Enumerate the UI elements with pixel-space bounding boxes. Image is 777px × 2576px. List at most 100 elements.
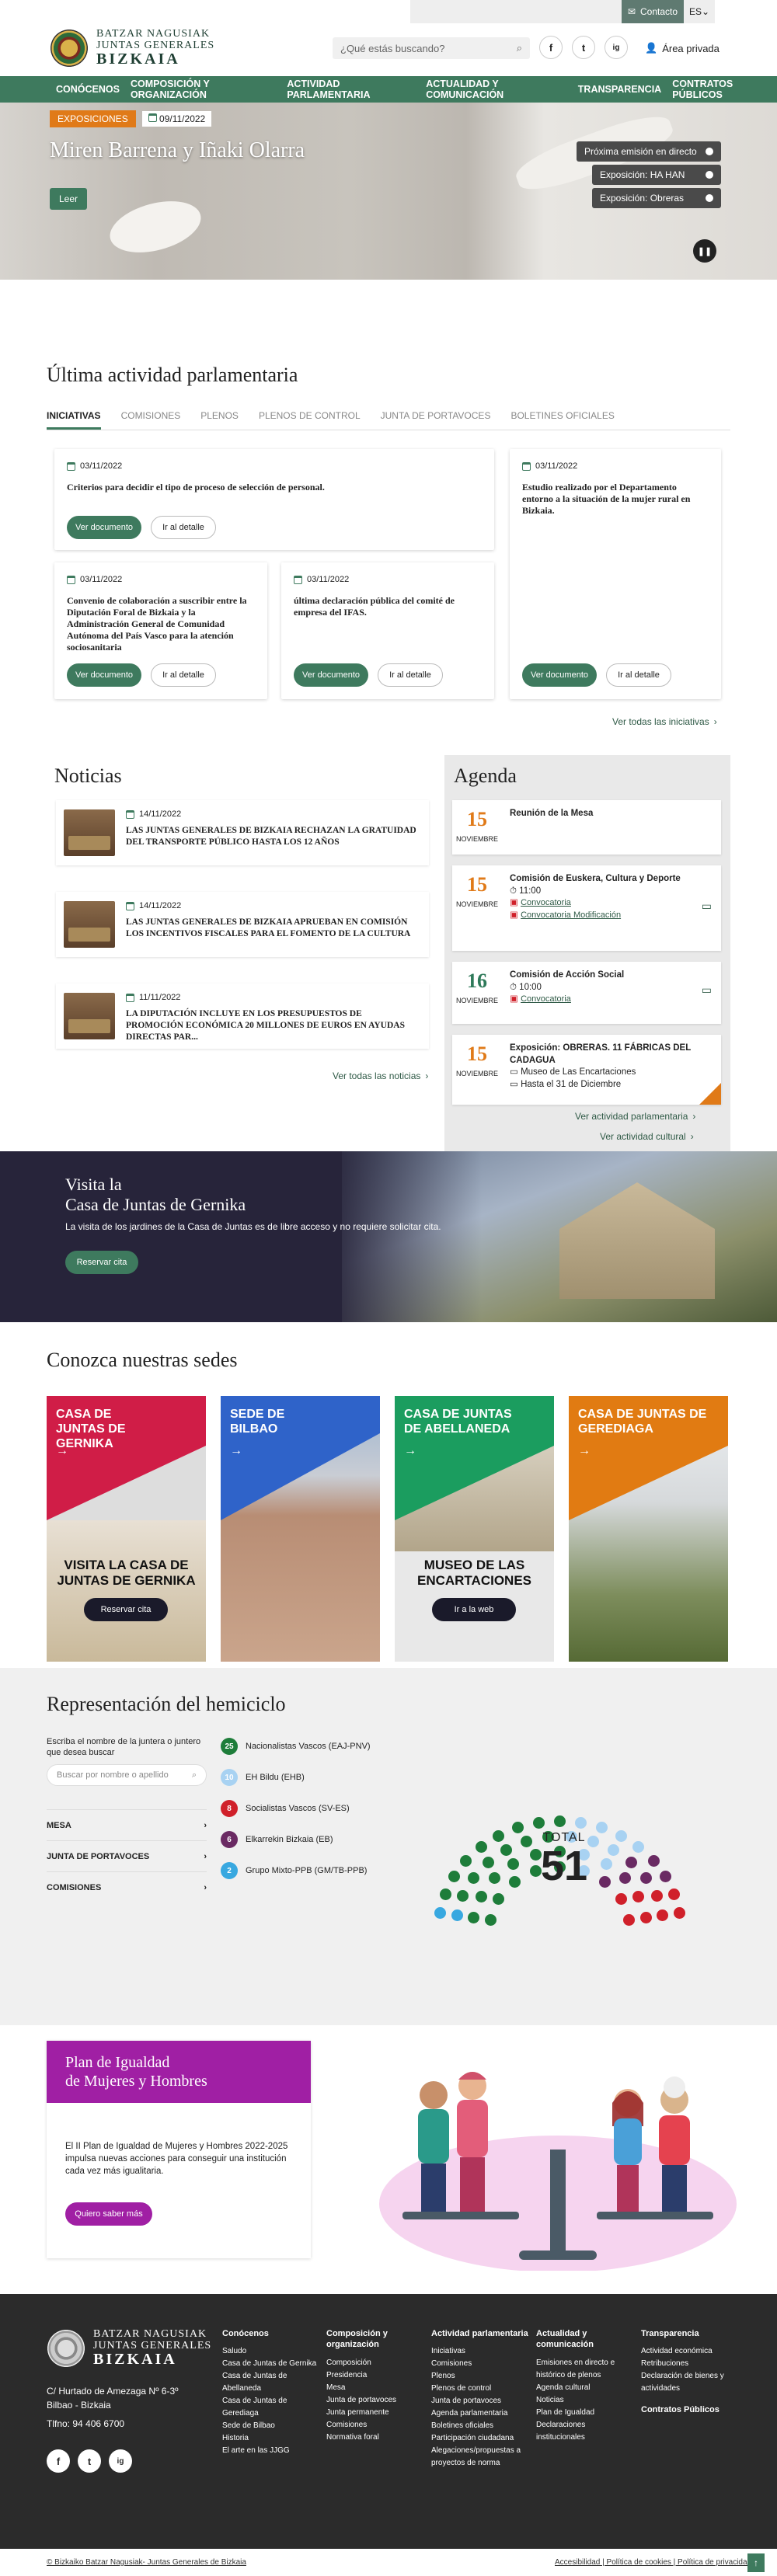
venue-book-button[interactable]: Reservar cita: [84, 1598, 168, 1621]
party-row[interactable]: 10 EH Bildu (EHB): [221, 1769, 305, 1786]
venue-website-button[interactable]: Ir a la web: [432, 1598, 516, 1621]
accordion-comisiones[interactable]: COMISIONES ›: [47, 1871, 207, 1902]
seat[interactable]: [615, 1829, 627, 1842]
seat[interactable]: [475, 1841, 487, 1854]
news-item[interactable]: 14/11/2022 LAS JUNTAS GENERALES DE BIZKA…: [56, 800, 429, 865]
member-search-input[interactable]: Buscar por nombre o apellido ⌕: [47, 1764, 207, 1786]
footer-col-title[interactable]: Actividad parlamentaria: [431, 2328, 531, 2339]
tab-plenos-control[interactable]: PLENOS DE CONTROL: [259, 410, 361, 430]
footer-link[interactable]: Junta permanente: [326, 2407, 426, 2419]
plan-more-button[interactable]: Quiero saber más: [65, 2202, 152, 2226]
footer-link[interactable]: Plenos: [431, 2370, 531, 2383]
venue-card-gernika[interactable]: CASA DE JUNTAS DE GERNIKA → VISITA LA CAS…: [47, 1396, 206, 1662]
facebook-icon[interactable]: f: [539, 36, 563, 59]
seat[interactable]: [500, 1843, 512, 1856]
party-row[interactable]: 2 Grupo Mixto-PPB (GM/TB-PPB): [221, 1862, 367, 1879]
go-to-detail-button[interactable]: Ir al detalle: [378, 663, 443, 687]
pause-icon[interactable]: ❚❚: [693, 239, 716, 263]
twitter-icon[interactable]: t: [78, 2449, 101, 2473]
party-row[interactable]: 25 Nacionalistas Vascos (EAJ-PNV): [221, 1738, 371, 1755]
seat[interactable]: [475, 1891, 487, 1903]
footer-link[interactable]: Boletines oficiales: [431, 2420, 531, 2432]
footer-link[interactable]: Mesa: [326, 2382, 426, 2394]
back-to-top-icon[interactable]: ↑: [747, 2553, 765, 2572]
seat[interactable]: [532, 1816, 545, 1829]
hero-pill-live[interactable]: Próxima emisión en directo: [577, 141, 721, 162]
footer-link[interactable]: Casa de Juntas de Gerediaga: [222, 2395, 322, 2420]
footer-col-title[interactable]: Conócenos: [222, 2328, 322, 2339]
footer-link[interactable]: Declaraciones institucionales: [536, 2419, 636, 2444]
seat[interactable]: [575, 1816, 587, 1829]
footer-col-title[interactable]: Actualidad y comunicación: [536, 2328, 636, 2351]
footer-link[interactable]: Junta de portavoces: [431, 2395, 531, 2407]
arrow-corner-icon[interactable]: [699, 1083, 721, 1105]
seat[interactable]: [512, 1822, 524, 1834]
footer-col-title[interactable]: Composición y organización: [326, 2328, 426, 2351]
agenda-link[interactable]: Convocatoria: [521, 994, 571, 1004]
tab-comisiones[interactable]: COMISIONES: [121, 410, 181, 430]
footer-link[interactable]: Agenda cultural: [536, 2382, 636, 2394]
seat[interactable]: [507, 1857, 519, 1870]
seat[interactable]: [625, 1856, 638, 1868]
footer-link[interactable]: Saludo: [222, 2345, 322, 2358]
nav-item-actualidad[interactable]: ACTUALIDAD Y COMUNICACIÓN: [426, 78, 567, 100]
tab-iniciativas[interactable]: INICIATIVAS: [47, 410, 101, 430]
footer-link[interactable]: Sede de Bilbao: [222, 2420, 322, 2432]
seat[interactable]: [647, 1854, 660, 1867]
footer-link[interactable]: Composición: [326, 2357, 426, 2369]
seat[interactable]: [640, 1871, 653, 1884]
site-logo[interactable]: BATZAR NAGUSIAK JUNTAS GENERALES BIZKAIA: [50, 28, 214, 68]
seat[interactable]: [485, 1914, 497, 1927]
search-input[interactable]: ¿Qué estás buscando? ⌕: [333, 37, 530, 59]
footer-link[interactable]: Declaración de bienes y actividades: [641, 2370, 740, 2395]
instagram-icon[interactable]: ig: [109, 2449, 132, 2473]
seat[interactable]: [460, 1854, 472, 1867]
footer-link[interactable]: Presidencia: [326, 2369, 426, 2382]
seat[interactable]: [595, 1822, 608, 1834]
accordion-junta-portavoces[interactable]: JUNTA DE PORTAVOCES ›: [47, 1840, 207, 1871]
footer-link[interactable]: Normativa foral: [326, 2432, 426, 2444]
video-icon[interactable]: ▭: [702, 900, 712, 913]
copyright-link[interactable]: © Bizkaiko Batzar Nagusiak- Juntas Gener…: [47, 2558, 246, 2567]
footer-link[interactable]: Historia: [222, 2432, 322, 2445]
news-item[interactable]: 14/11/2022 LAS JUNTAS GENERALES DE BIZKA…: [56, 892, 429, 957]
footer-link[interactable]: Iniciativas: [431, 2345, 531, 2358]
agenda-link[interactable]: Convocatoria Modificación: [521, 910, 621, 920]
seat[interactable]: [521, 1835, 533, 1847]
footer-link[interactable]: Casa de Juntas de Abellaneda: [222, 2370, 322, 2395]
nav-item-conocenos[interactable]: CONÓCENOS: [56, 84, 120, 95]
go-to-detail-button[interactable]: Ir al detalle: [151, 516, 216, 539]
legal-links[interactable]: Accesibilidad | Política de cookies | Po…: [555, 2558, 751, 2567]
venue-card-abellaneda[interactable]: CASA DE JUNTAS DE ABELLANEDA → MUSEO DE L…: [395, 1396, 554, 1662]
footer-link[interactable]: Comisiones: [431, 2358, 531, 2370]
seat[interactable]: [467, 1871, 479, 1884]
seat[interactable]: [448, 1871, 460, 1883]
seat[interactable]: [608, 1843, 620, 1856]
video-icon[interactable]: ▭: [702, 983, 712, 997]
seat[interactable]: [457, 1889, 469, 1902]
footer-link[interactable]: Retribuciones: [641, 2358, 740, 2370]
footer-link[interactable]: Alegaciones/propuestas a proyectos de no…: [431, 2445, 531, 2470]
news-item[interactable]: 11/11/2022 LA DIPUTACIÓN INCLUYE EN LOS …: [56, 983, 429, 1049]
footer-link[interactable]: Agenda parlamentaria: [431, 2407, 531, 2420]
seat[interactable]: [619, 1872, 631, 1885]
agenda-parliament-link[interactable]: Ver actividad parlamentaria ›: [575, 1111, 695, 1122]
view-document-button[interactable]: Ver documento: [522, 663, 597, 687]
search-icon[interactable]: ⌕: [517, 42, 522, 54]
view-document-button[interactable]: Ver documento: [67, 516, 141, 539]
seat[interactable]: [482, 1856, 494, 1868]
footer-contracts-link[interactable]: Contratos Públicos: [641, 2404, 740, 2415]
hero-pill-obreras[interactable]: Exposición: Obreras: [592, 188, 721, 208]
seat[interactable]: [434, 1907, 446, 1920]
footer-col-title[interactable]: Transparencia: [641, 2328, 740, 2339]
seat[interactable]: [439, 1888, 451, 1900]
seat[interactable]: [657, 1909, 669, 1922]
agenda-link[interactable]: Convocatoria: [521, 898, 571, 907]
footer-link[interactable]: El arte en las JJGG: [222, 2445, 322, 2457]
footer-link[interactable]: Plan de Igualdad: [536, 2407, 636, 2419]
agenda-item[interactable]: 15 NOVIEMBRE Reunión de la Mesa: [452, 800, 721, 855]
private-area-link[interactable]: 👤 Área privada: [645, 42, 720, 54]
agenda-item[interactable]: 15 NOVIEMBRE Exposición: OBRERAS. 11 FÁBR…: [452, 1035, 721, 1105]
instagram-icon[interactable]: ig: [605, 36, 628, 59]
facebook-icon[interactable]: f: [47, 2449, 70, 2473]
